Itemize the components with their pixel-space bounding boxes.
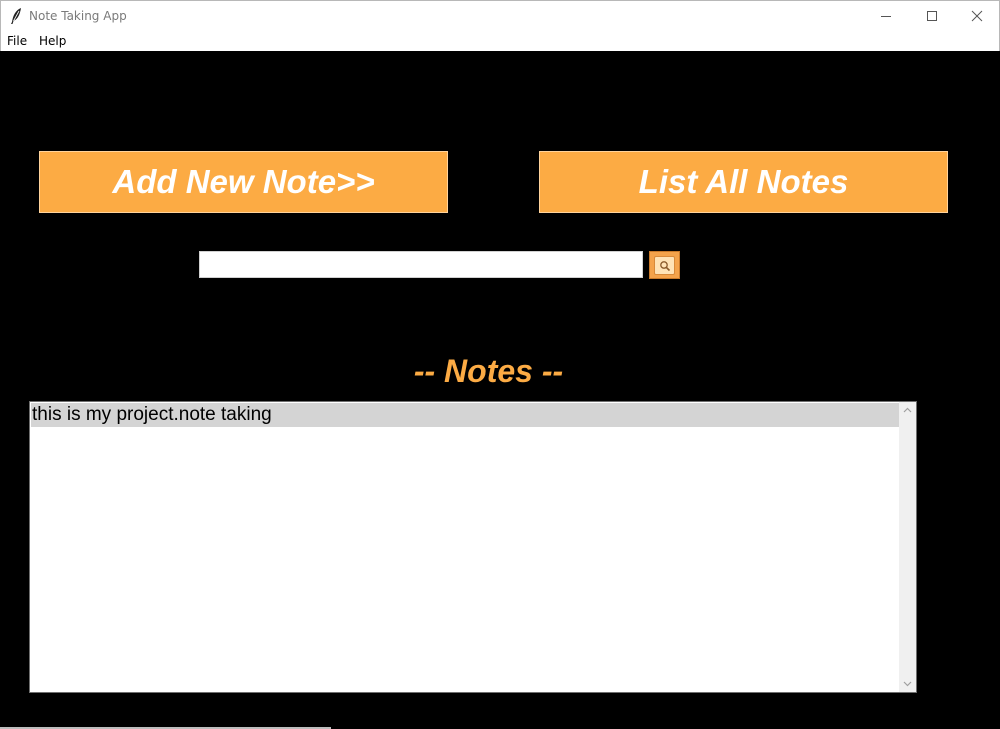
search-button[interactable] — [649, 251, 680, 279]
notes-heading: -- Notes -- — [413, 353, 564, 389]
scroll-up-icon[interactable] — [902, 405, 913, 415]
search-button-face — [654, 256, 675, 275]
search-icon — [660, 261, 671, 272]
window-title: Note Taking App — [29, 9, 127, 23]
minimize-button[interactable] — [863, 1, 909, 31]
maximize-button[interactable] — [909, 1, 955, 31]
add-new-note-button[interactable]: Add New Note>> — [39, 151, 448, 213]
minimize-icon — [881, 16, 891, 17]
feather-icon — [9, 7, 23, 25]
title-bar: Note Taking App — [0, 0, 1000, 31]
close-icon — [971, 10, 983, 22]
menu-file[interactable]: File — [7, 34, 27, 48]
scroll-down-icon[interactable] — [902, 679, 913, 689]
search-input[interactable] — [199, 251, 643, 278]
maximize-icon — [927, 11, 937, 21]
menu-bar: File Help — [0, 31, 1000, 51]
menu-help[interactable]: Help — [39, 34, 66, 48]
notes-list[interactable]: this is my project.note taking — [29, 401, 917, 693]
main-panel: Add New Note>> List All Notes -- Notes -… — [0, 51, 1000, 729]
close-button[interactable] — [954, 1, 1000, 31]
list-item[interactable]: this is my project.note taking — [31, 403, 899, 427]
vertical-scrollbar[interactable] — [899, 402, 916, 692]
list-all-notes-button[interactable]: List All Notes — [539, 151, 948, 213]
